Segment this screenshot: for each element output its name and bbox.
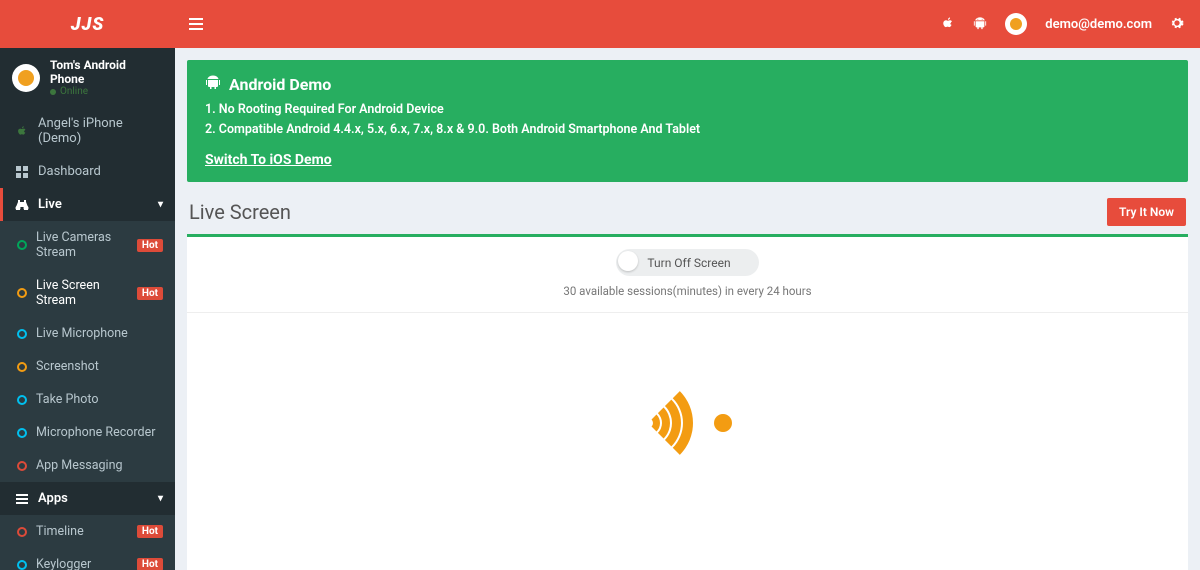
device-avatar (12, 64, 40, 92)
list-icon (15, 494, 29, 504)
hot-badge: Hot (137, 239, 163, 252)
sidebar-item-label: Angel's iPhone (Demo) (38, 116, 163, 146)
try-it-now-button[interactable]: Try It Now (1107, 198, 1186, 226)
sidebar-item-label: Keylogger (36, 557, 128, 570)
signal-icon (187, 373, 1188, 477)
hot-badge: Hot (137, 287, 163, 300)
ring-icon (17, 362, 27, 372)
ring-icon (17, 461, 27, 471)
sidebar-item-mic-recorder[interactable]: Microphone Recorder (0, 416, 175, 449)
sidebar-item-label: Live Screen Stream (36, 278, 128, 308)
settings-gear-icon[interactable] (1170, 15, 1184, 34)
sidebar: Tom's Android Phone Online Angel's iPhon… (0, 48, 175, 570)
sidebar-item-keylogger[interactable]: Keylogger Hot (0, 548, 175, 570)
sidebar-section-live[interactable]: Live ▾ (0, 188, 175, 221)
sidebar-item-label: Apps (38, 491, 149, 506)
page-title: Live Screen (189, 200, 291, 224)
sidebar-item-label: Live (38, 197, 149, 212)
brand-logo[interactable]: JJS (0, 14, 175, 35)
sidebar-item-label: Microphone Recorder (36, 425, 163, 440)
ring-icon (17, 395, 27, 405)
ring-icon (17, 329, 27, 339)
sidebar-item-live-screen[interactable]: Live Screen Stream Hot (0, 269, 175, 317)
sidebar-item-take-photo[interactable]: Take Photo (0, 383, 175, 416)
device-status: Online (50, 86, 163, 97)
sidebar-item-live-cameras[interactable]: Live Cameras Stream Hot (0, 221, 175, 269)
android-icon[interactable] (973, 15, 987, 34)
sidebar-item-label: App Messaging (36, 458, 163, 473)
topbar-right: demo@demo.com (941, 13, 1200, 35)
device-name: Tom's Android Phone (50, 58, 163, 86)
banner-line-2: 2. Compatible Android 4.4.x, 5.x, 6.x, 7… (205, 120, 1170, 140)
banner-title-text: Android Demo (229, 75, 331, 94)
main-content: Android Demo 1. No Rooting Required For … (175, 48, 1200, 570)
device-selector[interactable]: Tom's Android Phone Online (0, 48, 175, 107)
apple-icon[interactable] (941, 15, 955, 34)
live-screen-panel: Turn Off Screen 30 available sessions(mi… (187, 234, 1188, 570)
hot-badge: Hot (137, 525, 163, 538)
sidebar-item-label: Screenshot (36, 359, 163, 374)
screen-toggle[interactable]: Turn Off Screen (616, 249, 758, 276)
sidebar-item-timeline[interactable]: Timeline Hot (0, 515, 175, 548)
ring-icon (17, 428, 27, 438)
sidebar-section-apps[interactable]: Apps ▾ (0, 482, 175, 515)
hamburger-icon (189, 18, 203, 30)
sidebar-item-iphone-demo[interactable]: Angel's iPhone (Demo) (0, 107, 175, 155)
sidebar-item-dashboard[interactable]: Dashboard (0, 155, 175, 188)
sessions-note: 30 available sessions(minutes) in every … (187, 284, 1188, 298)
binoculars-icon (15, 200, 29, 210)
user-avatar[interactable] (1005, 13, 1027, 35)
chevron-down-icon: ▾ (158, 493, 163, 504)
section-header: Live Screen Try It Now (175, 194, 1200, 234)
ring-icon (17, 560, 27, 570)
hot-badge: Hot (137, 558, 163, 570)
top-bar: JJS demo@demo.com (0, 0, 1200, 48)
sidebar-item-label: Dashboard (38, 164, 163, 179)
ring-icon (17, 288, 27, 298)
sidebar-item-label: Live Cameras Stream (36, 230, 128, 260)
apple-icon (15, 125, 29, 137)
ring-icon (17, 240, 27, 250)
menu-toggle-button[interactable] (175, 15, 217, 34)
banner-line-1: 1. No Rooting Required For Android Devic… (205, 100, 1170, 120)
ring-icon (17, 527, 27, 537)
sidebar-item-live-microphone[interactable]: Live Microphone (0, 317, 175, 350)
sidebar-item-label: Take Photo (36, 392, 163, 407)
user-email[interactable]: demo@demo.com (1045, 17, 1152, 32)
dashboard-icon (15, 166, 29, 178)
sidebar-item-screenshot[interactable]: Screenshot (0, 350, 175, 383)
sidebar-item-app-messaging[interactable]: App Messaging (0, 449, 175, 482)
sidebar-item-label: Live Microphone (36, 326, 163, 341)
sidebar-item-label: Timeline (36, 524, 128, 539)
switch-demo-link[interactable]: Switch To iOS Demo (205, 152, 332, 168)
demo-banner: Android Demo 1. No Rooting Required For … (187, 60, 1188, 182)
android-icon (205, 74, 221, 94)
chevron-down-icon: ▾ (158, 199, 163, 210)
